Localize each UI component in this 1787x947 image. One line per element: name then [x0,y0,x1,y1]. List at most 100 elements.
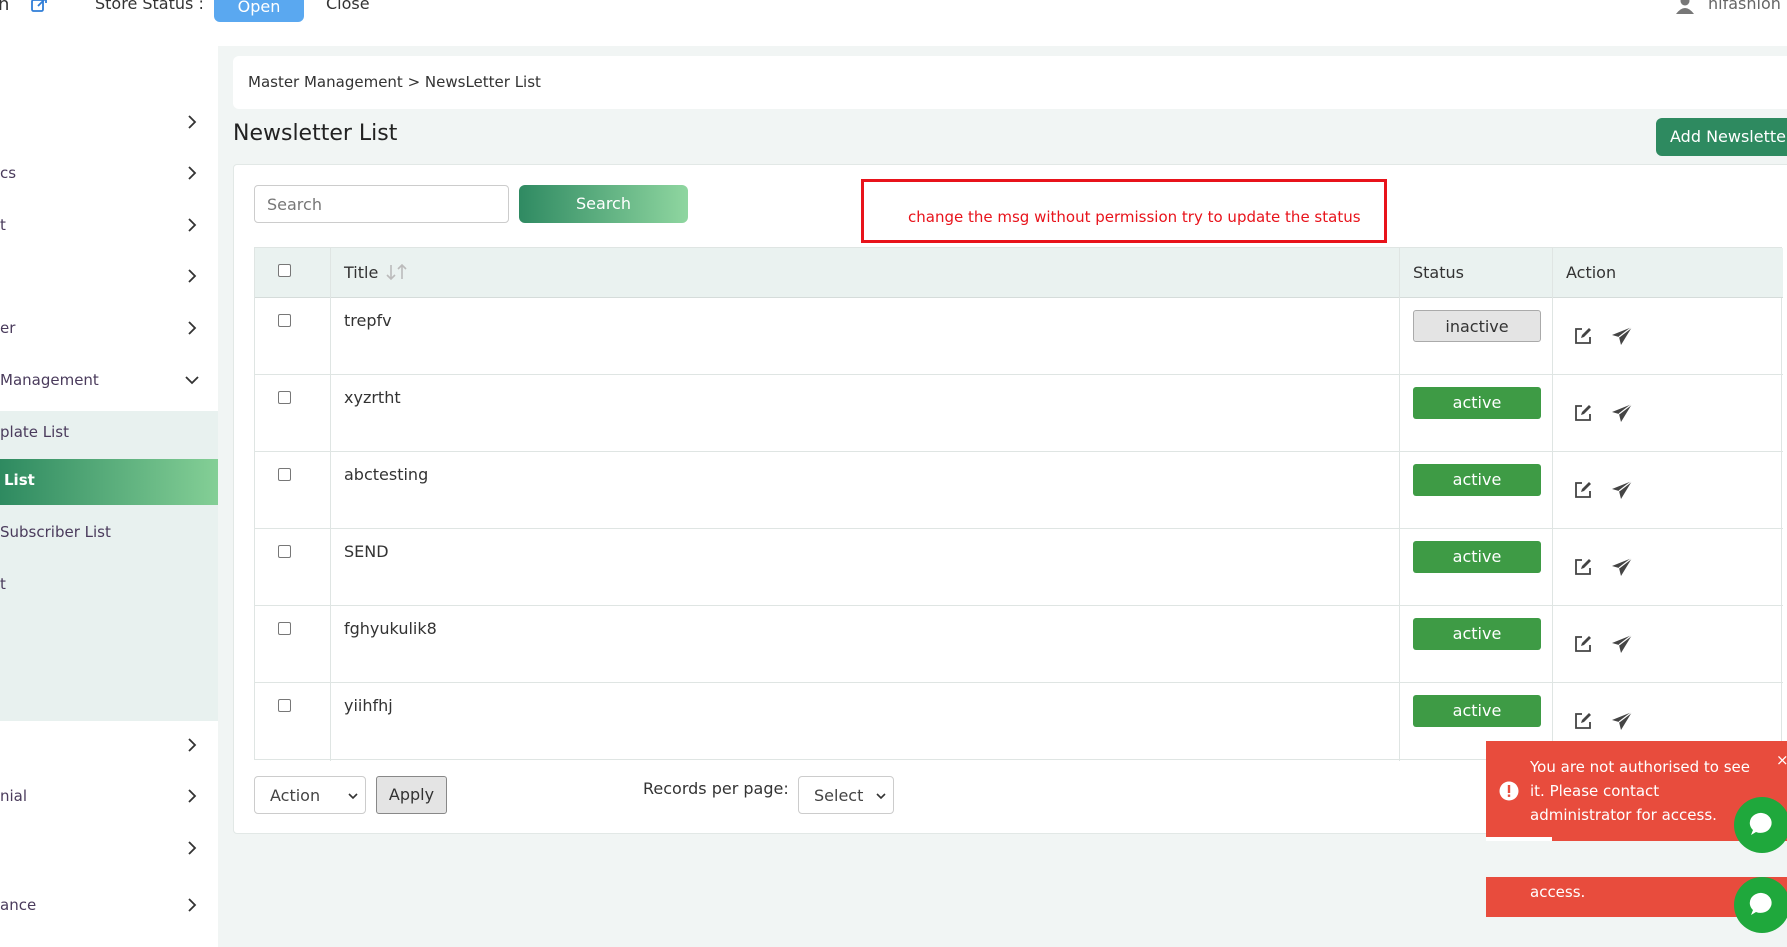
close-icon[interactable]: × [1776,751,1787,769]
toast-message: access. [1530,883,1586,901]
sidebar-item[interactable]: cs [0,154,218,194]
sidebar-item[interactable]: er [0,309,218,349]
page-title: Newsletter List [233,121,398,146]
column-header-status: Status [1413,263,1464,282]
row-title: yiihfhj [344,696,393,715]
sidebar-item-label: ance [0,896,37,914]
send-icon[interactable] [1611,403,1633,423]
edit-icon[interactable] [1573,403,1593,423]
records-per-page-label: Records per page: [643,779,789,798]
send-icon[interactable] [1611,711,1633,731]
top-bar: n Store Status : Open Close hifashion [0,0,1787,46]
status-toggle-button[interactable]: active [1413,695,1541,727]
edit-icon[interactable] [1573,557,1593,577]
records-per-page-select[interactable]: Select [798,776,894,814]
status-toggle-button[interactable]: active [1413,464,1541,496]
edit-icon[interactable] [1573,711,1593,731]
row-title: trepfv [344,311,392,330]
table-header: Title Status Action [255,248,1783,298]
submenu-item-label: t [0,575,6,593]
submenu-item-label: plate List [0,423,69,441]
sidebar-item-management[interactable]: Management [0,361,218,401]
sidebar-item-label: nial [0,787,28,805]
chevron-right-icon [188,321,197,335]
send-icon[interactable] [1611,326,1633,346]
chat-button[interactable] [1734,877,1787,933]
alert-icon [1499,781,1519,801]
search-button[interactable]: Search [519,185,688,223]
sidebar-item-label: t [0,216,6,234]
chevron-down-icon [185,376,199,385]
edit-icon[interactable] [1573,480,1593,500]
row-checkbox[interactable] [278,391,291,404]
table-row: SEND active [255,529,1783,606]
chevron-right-icon [188,841,197,855]
chevron-right-icon [188,218,197,232]
breadcrumb: Master Management > NewsLetter List [233,56,1787,109]
toast-progress-bar [1486,837,1552,841]
sort-icon[interactable] [385,263,409,281]
search-input[interactable] [254,185,509,223]
status-toggle-button[interactable]: active [1413,618,1541,650]
row-checkbox[interactable] [278,314,291,327]
chevron-right-icon [188,789,197,803]
send-icon[interactable] [1611,557,1633,577]
sidebar-item[interactable] [0,726,218,766]
send-icon[interactable] [1611,634,1633,654]
annotation-box: change the msg without permission try to… [861,179,1387,243]
submenu-item-label: List [4,471,35,489]
status-toggle-button[interactable]: active [1413,387,1541,419]
chat-icon [1749,892,1772,915]
sidebar-item[interactable]: ance [0,886,218,926]
sidebar-item[interactable] [0,103,218,143]
send-icon[interactable] [1611,480,1633,500]
table-row: fghyukulik8 active [255,606,1783,683]
chat-icon [1749,812,1772,835]
row-checkbox[interactable] [278,468,291,481]
user-icon[interactable] [1675,0,1695,16]
sidebar-item[interactable]: nial [0,777,218,817]
sidebar-item[interactable]: t [0,206,218,246]
submenu-item[interactable]: t [0,563,218,609]
sidebar-item-label: er [0,319,16,337]
sidebar-item[interactable] [0,257,218,297]
edit-icon[interactable] [1573,634,1593,654]
row-title: fghyukulik8 [344,619,437,638]
edit-icon[interactable] [1573,326,1593,346]
table-row: abctesting active [255,452,1783,529]
table-row: xyzrtht active [255,375,1783,452]
sidebar: cs t er Management plate List List Subsc… [0,46,218,947]
status-toggle-button[interactable]: active [1413,541,1541,573]
records-per-page-value: Select [814,786,864,805]
toast-message: You are not authorised to see it. Please… [1530,758,1751,824]
submenu-panel: plate List List Subscriber List t [0,411,218,721]
submenu-item-subscriber-list[interactable]: Subscriber List [0,511,218,557]
chevron-right-icon [188,166,197,180]
submenu-item-label: Subscriber List [0,523,111,541]
select-all-checkbox[interactable] [278,264,291,277]
table-row: trepfv inactive [255,298,1783,375]
column-header-title[interactable]: Title [344,263,378,282]
row-checkbox[interactable] [278,545,291,558]
submenu-item-template-list[interactable]: plate List [0,411,218,457]
row-checkbox[interactable] [278,699,291,712]
row-title: SEND [344,542,389,561]
add-newsletter-button[interactable]: Add Newsletter [1656,118,1787,156]
row-title: abctesting [344,465,429,484]
bulk-action-select[interactable]: Action [254,776,366,814]
chevron-down-icon [348,793,358,800]
chat-button[interactable] [1734,797,1787,853]
chevron-right-icon [188,115,197,129]
chevron-right-icon [188,738,197,752]
apply-button[interactable]: Apply [376,776,447,814]
sidebar-item[interactable] [0,829,218,869]
submenu-item-newsletter-list[interactable]: List [0,459,218,505]
breadcrumb-text[interactable]: Master Management > NewsLetter List [248,73,541,91]
external-link-icon[interactable] [30,0,48,14]
row-checkbox[interactable] [278,622,291,635]
user-name[interactable]: hifashion [1708,0,1781,13]
status-toggle-button[interactable]: inactive [1413,310,1541,342]
store-open-button[interactable]: Open [214,0,304,22]
chevron-right-icon [188,269,197,283]
store-close-button[interactable]: Close [326,0,370,13]
